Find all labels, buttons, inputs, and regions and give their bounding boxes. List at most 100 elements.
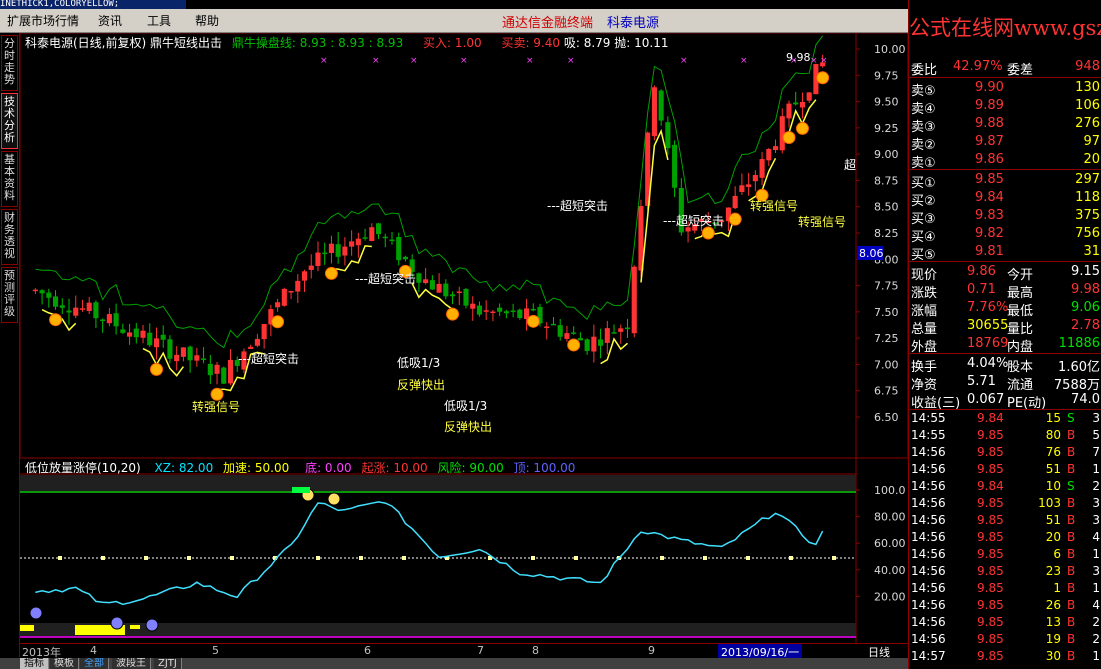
tick-direction: B — [1067, 581, 1076, 595]
menu-news[interactable]: 资讯 — [98, 12, 122, 29]
tick-count: 3 — [1092, 496, 1100, 510]
bottom-tab-bar: 指标 模板 全部 波段王 ZJTJ — [0, 658, 908, 669]
tick-time: 14:56 — [911, 615, 946, 629]
sell-level-row[interactable]: 卖⑤ 9.90 130 — [909, 78, 1101, 99]
price-chart-canvas[interactable]: 10.009.759.509.259.008.758.508.258.007.7… — [20, 33, 908, 643]
candle-body — [201, 358, 207, 360]
sell-level-row[interactable]: 卖② 9.87 97 — [909, 132, 1101, 153]
tab-zjtj[interactable]: ZJTJ — [154, 658, 182, 669]
sell-price: 9.89 — [975, 98, 1004, 113]
tick-volume: 51 — [1045, 462, 1061, 476]
candle-body — [167, 339, 173, 359]
date-tick: 5 — [212, 644, 219, 657]
accel-dot — [101, 556, 105, 560]
menu-extended-market[interactable]: 扩展市场行情 — [7, 12, 79, 29]
tick-count: 2 — [1092, 632, 1100, 646]
tick-price: 9.85 — [977, 547, 1004, 561]
sell-cross-marker: × — [320, 56, 328, 66]
tick-volume: 19 — [1045, 632, 1061, 646]
accel-value: 加速: 50.00 — [223, 461, 290, 475]
candle-body — [214, 364, 220, 374]
tick-row[interactable]: 14:56 9.85 51 B 1 — [909, 461, 1101, 478]
price-tick-label: 6.75 — [874, 385, 899, 398]
candle-body — [651, 87, 657, 137]
tick-volume: 80 — [1045, 428, 1061, 442]
chart-area[interactable]: 10.00 9.75 9.50 9.25 9.00 8.75 8.50 8.25 8.00 7.7… — [20, 33, 908, 660]
buy-level-row[interactable]: 买① 9.85 297 — [909, 170, 1101, 191]
candle-body — [624, 327, 631, 330]
tab-intraday[interactable]: 分时走势 — [1, 35, 18, 91]
tick-row[interactable]: 14:56 9.85 51 B 3 — [909, 512, 1101, 529]
price-tick-label: 7.75 — [874, 280, 899, 293]
buy-level-row[interactable]: 买③ 9.83 375 — [909, 206, 1101, 227]
quote-stat-row: 总量 30655 量比 2.78 — [909, 316, 1101, 337]
menu-tools[interactable]: 工具 — [147, 12, 171, 29]
buy-level-row[interactable]: 买⑤ 9.81 31 — [909, 242, 1101, 263]
tab-indicator[interactable]: 指标 — [20, 658, 49, 669]
menu-help[interactable]: 帮助 — [195, 12, 219, 29]
tick-count: 1 — [1092, 649, 1100, 663]
buy-level-row[interactable]: 买④ 9.82 756 — [909, 224, 1101, 245]
tick-row[interactable]: 14:56 9.85 103 B 3 — [909, 495, 1101, 512]
tick-row[interactable]: 14:56 9.85 23 B 3 — [909, 563, 1101, 580]
candle-body — [322, 252, 328, 255]
candle-body — [375, 223, 382, 235]
oscillator-line — [35, 501, 824, 606]
high-price-label: 9.98 — [786, 51, 811, 64]
stat-value: 0.067 — [967, 392, 1005, 407]
candle-body — [604, 328, 610, 343]
tab-all[interactable]: 全部 — [80, 658, 109, 669]
candle-body — [382, 236, 388, 239]
accel-dot — [531, 556, 535, 560]
tab-band-king[interactable]: 波段王 — [112, 658, 151, 669]
tick-row[interactable]: 14:56 9.85 20 B 4 — [909, 529, 1101, 546]
candle-body — [598, 339, 604, 346]
tick-count: 1 — [1092, 462, 1100, 476]
accel-dot — [703, 556, 707, 560]
sell-price: 9.86 — [975, 152, 1004, 167]
bottom-zone-band — [20, 623, 856, 637]
tab-fundamentals[interactable]: 基本资料 — [1, 151, 18, 207]
tick-row[interactable]: 14:56 9.85 13 B 2 — [909, 614, 1101, 631]
tick-row[interactable]: 14:56 9.85 1 B 1 — [909, 580, 1101, 597]
quote-stat-row: 涨幅 7.76% 最低 9.06 — [909, 298, 1101, 319]
tab-technical[interactable]: 技术分析 — [1, 93, 18, 149]
sell-price: 9.90 — [975, 80, 1004, 95]
candle-body — [308, 265, 314, 270]
sell-level-row[interactable]: 卖③ 9.88 276 — [909, 114, 1101, 135]
low-zone-block — [130, 625, 140, 629]
candle-body — [261, 323, 267, 340]
tick-price: 9.85 — [977, 530, 1004, 544]
buy-price: 9.83 — [975, 208, 1004, 223]
candle-body — [315, 252, 321, 266]
sell-level-row[interactable]: 卖④ 9.89 106 — [909, 96, 1101, 117]
stat-value: 9.98 — [1071, 282, 1100, 297]
sell-level-row[interactable]: 卖① 9.86 20 — [909, 150, 1101, 171]
candle-body — [39, 290, 45, 294]
rebound-annotation: 反弹快出 — [397, 378, 445, 392]
tick-direction: B — [1067, 462, 1076, 476]
candle-body — [591, 336, 597, 352]
osc-tick-label: 80.00 — [874, 511, 906, 524]
osc-tick-label: 60.00 — [874, 537, 906, 550]
tick-count: 3 — [1092, 513, 1100, 527]
breakout-annotation: ---超短突击 — [547, 198, 608, 213]
breakout-annotation: ---超短突击 — [663, 213, 724, 228]
tick-row[interactable]: 14:56 9.85 26 B 4 — [909, 597, 1101, 614]
tab-template[interactable]: 模板 — [50, 658, 79, 669]
candle-body — [550, 323, 557, 326]
tick-row[interactable]: 14:55 9.84 15 S 3 — [909, 410, 1101, 427]
tick-row[interactable]: 14:57 9.85 30 B 1 — [909, 648, 1101, 665]
tab-forecast[interactable]: 预测评级 — [1, 267, 18, 323]
tab-financials[interactable]: 财务透视 — [1, 209, 18, 265]
sell-cross-marker: × — [372, 56, 380, 66]
tick-row[interactable]: 14:55 9.85 80 B 5 — [909, 427, 1101, 444]
buy-level-row[interactable]: 买② 9.84 118 — [909, 188, 1101, 209]
tick-row[interactable]: 14:56 9.85 6 B 1 — [909, 546, 1101, 563]
tick-volume: 6 — [1053, 547, 1061, 561]
tick-row[interactable]: 14:56 9.85 19 B 2 — [909, 631, 1101, 648]
tick-row[interactable]: 14:56 9.84 10 S 2 — [909, 478, 1101, 495]
tick-price: 9.84 — [977, 411, 1004, 425]
tick-volume: 23 — [1045, 564, 1061, 578]
tick-row[interactable]: 14:56 9.85 76 B 7 — [909, 444, 1101, 461]
